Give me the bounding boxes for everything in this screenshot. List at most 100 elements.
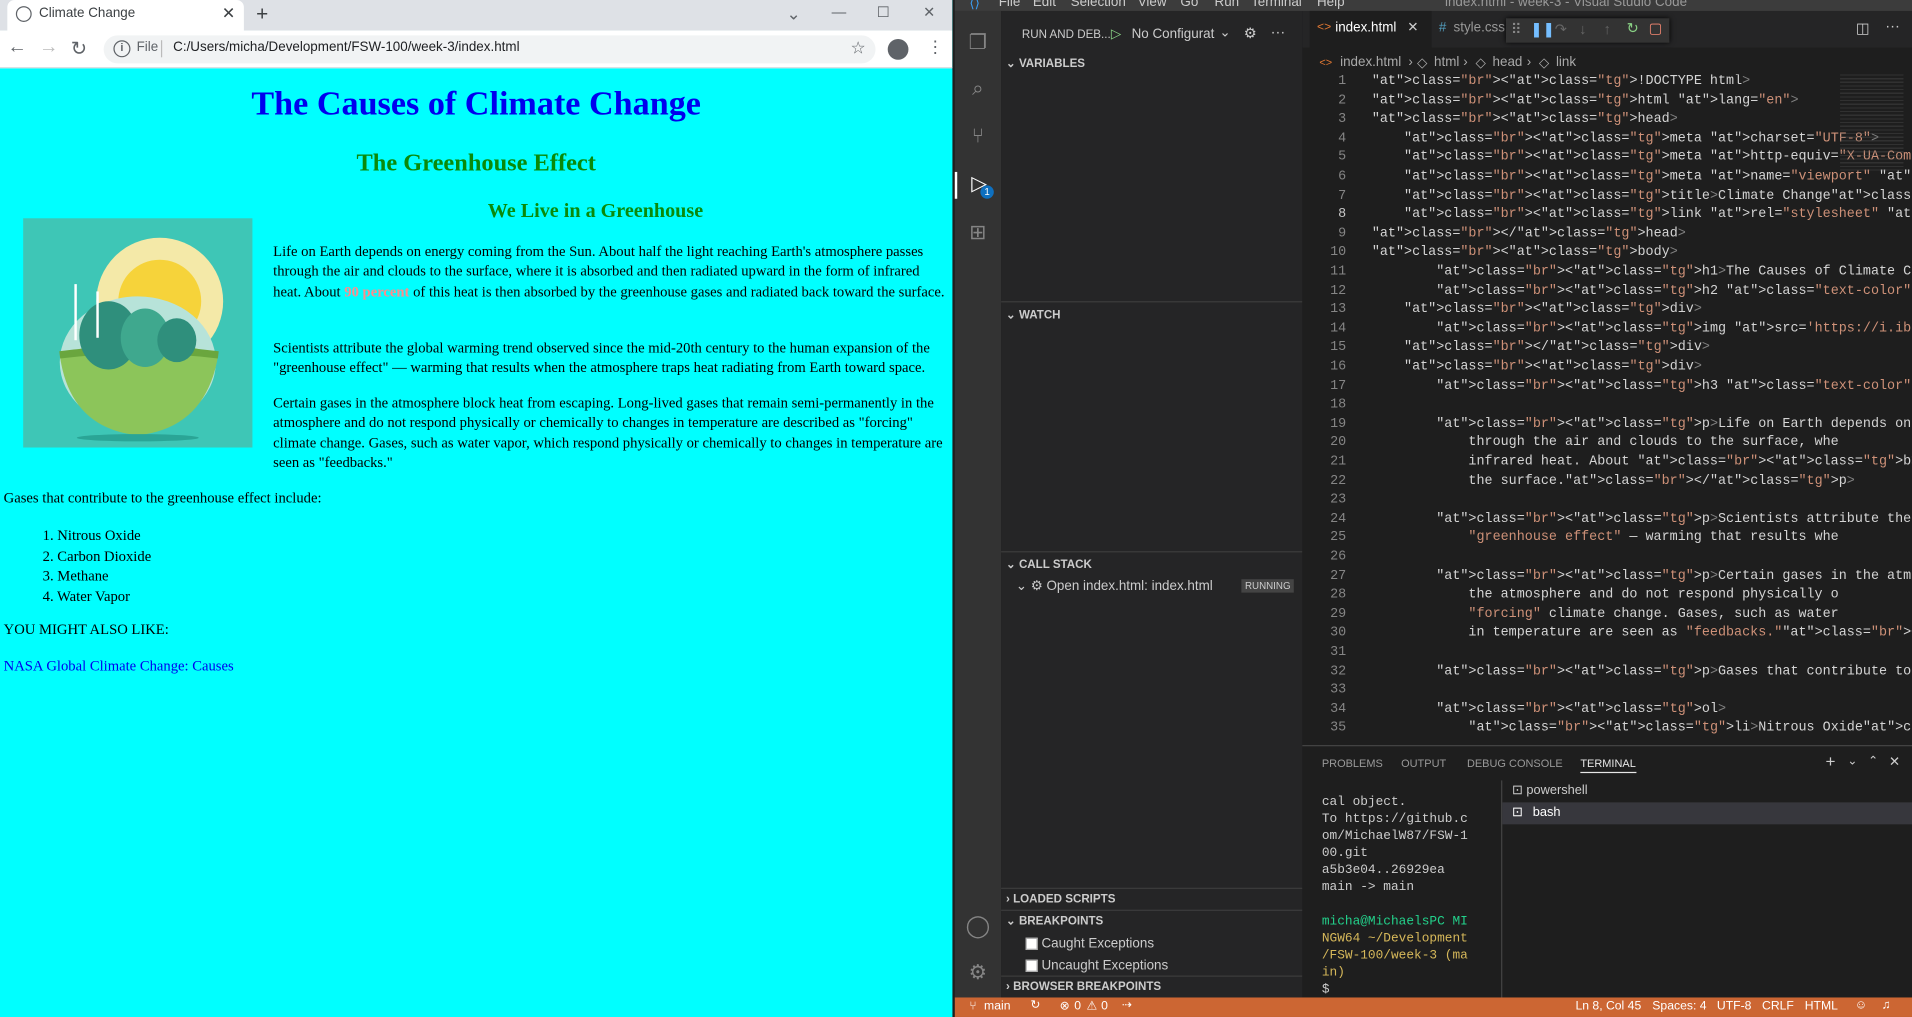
chevron-down-icon[interactable]: ⌄ (1847, 755, 1857, 768)
code-line[interactable]: "at">class="br"><"at">class="tg">p>Life … (1372, 417, 1912, 432)
indentation[interactable]: Spaces: 4 (1652, 1000, 1706, 1013)
breadcrumb-item[interactable]: head (1493, 55, 1523, 70)
split-editor-icon[interactable]: ◫ (1856, 20, 1870, 37)
debug-run-icon[interactable]: ⇢ (1122, 999, 1132, 1012)
start-debug-icon[interactable]: ▷ (1111, 26, 1121, 42)
code-line[interactable]: the surface."at">class="br"></"at">class… (1372, 474, 1854, 489)
menu-selection[interactable]: Selection (1071, 0, 1126, 10)
browser-breakpoints-header[interactable]: › BROWSER BREAKPOINTS (1006, 980, 1161, 993)
warning-count[interactable]: 0 (1101, 1000, 1108, 1013)
add-terminal-icon[interactable]: + (1825, 751, 1835, 771)
menu-help[interactable]: Help (1317, 0, 1345, 10)
close-panel-icon[interactable]: ✕ (1889, 754, 1900, 770)
step-over-icon[interactable]: ↷ (1555, 21, 1567, 38)
stop-icon[interactable]: ▢ (1649, 20, 1663, 37)
code-line[interactable]: "at">class="br"><"at">class="tg">p>Gases… (1372, 664, 1912, 679)
tab-search-icon[interactable]: ⌄ (787, 4, 801, 25)
code-line[interactable]: through the air and clouds to the surfac… (1372, 436, 1838, 451)
code-line[interactable]: "at">class="br"><"at">class="tg">div> (1372, 360, 1702, 375)
terminal-item-powershell[interactable]: ⊡ powershell (1512, 783, 1588, 798)
menu-view[interactable]: View (1138, 0, 1167, 10)
tab-index-html[interactable]: <> index.html ✕ (1309, 10, 1432, 48)
more-actions-icon[interactable]: ··· (1885, 17, 1900, 34)
uncaught-checkbox[interactable] (1025, 959, 1038, 972)
code-line[interactable]: "at">class="br"><"at">class="tg">p>Certa… (1372, 569, 1912, 584)
git-branch-icon[interactable]: ⑂ (969, 1000, 976, 1013)
loaded-scripts-header[interactable]: › LOADED SCRIPTS (1006, 893, 1115, 906)
search-icon[interactable]: ⌕ (965, 77, 992, 104)
code-line[interactable]: "at">class="br"><"at">class="tg">h2 "at"… (1372, 284, 1912, 299)
extensions-icon[interactable]: ⊞ (965, 221, 992, 248)
url-text[interactable]: C:/Users/micha/Development/FSW-100/week-… (173, 40, 519, 55)
call-stack-header[interactable]: ⌄ CALL STACK (1006, 558, 1092, 571)
error-count[interactable]: 0 (1074, 1000, 1081, 1013)
warning-icon[interactable]: ⚠ (1086, 1000, 1097, 1013)
drag-handle-icon[interactable]: ⠿ (1511, 21, 1522, 38)
debug-gear-icon[interactable]: ⚙ (1244, 24, 1257, 41)
breadcrumb-item[interactable]: link (1556, 55, 1576, 70)
code-line[interactable]: "at">class="br"><"at">class="tg">!DOCTYP… (1372, 74, 1750, 89)
tab-problems[interactable]: PROBLEMS (1322, 757, 1383, 769)
call-stack-item[interactable]: ⌄ ⚙ Open index.html: index.html (1016, 578, 1213, 594)
code-line[interactable]: "at">class="br"><"at">class="tg">img "at… (1372, 322, 1912, 337)
code-line[interactable]: "at">class="br"><"at">class="tg">p>Scien… (1372, 512, 1912, 527)
code-line[interactable]: "at">class="br"><"at">class="tg">link "a… (1372, 208, 1912, 223)
explorer-icon[interactable]: ❐ (965, 30, 992, 57)
address-bar[interactable]: i File C:/Users/micha/Development/FSW-10… (103, 35, 876, 64)
sync-icon[interactable]: ↻ (1030, 999, 1040, 1012)
settings-gear-icon[interactable]: ⚙ (965, 961, 992, 988)
reload-icon[interactable]: ↻ (71, 37, 87, 61)
code-line[interactable]: "at">class="br"></"at">class="tg">head> (1372, 227, 1686, 242)
back-icon[interactable]: ← (7, 37, 27, 59)
error-icon[interactable]: ⊗ (1060, 1000, 1070, 1013)
terminal-output[interactable]: cal object. To https://github.c om/Michael… (1322, 794, 1481, 999)
code-line[interactable]: "at">class="br"><"at">class="tg">head> (1372, 112, 1678, 127)
code-line[interactable]: "at">class="br"><"at">class="tg">h3 "at"… (1372, 379, 1912, 394)
step-out-icon[interactable]: ↑ (1604, 21, 1611, 38)
menu-edit[interactable]: Edit (1033, 0, 1056, 10)
maximize-panel-icon[interactable]: ⌃ (1868, 755, 1878, 768)
tab-terminal[interactable]: TERMINAL (1580, 757, 1636, 774)
breadcrumb-item[interactable]: html (1434, 55, 1459, 70)
variables-header[interactable]: ⌄ VARIABLES (1006, 57, 1085, 70)
info-icon[interactable]: i (113, 40, 131, 58)
code-line[interactable]: "at">class="br"><"at">class="tg">ol> (1372, 702, 1726, 717)
branch-label[interactable]: main (984, 1000, 1010, 1013)
forward-icon[interactable]: → (39, 37, 59, 59)
code-line[interactable]: "at">class="br"><"at">class="tg">title>C… (1372, 189, 1912, 204)
debug-config-select[interactable]: No Configurat (1132, 27, 1215, 42)
feedback-icon[interactable]: ☺ (1855, 999, 1867, 1012)
new-tab-button[interactable]: + (256, 2, 268, 26)
run-debug-icon[interactable]: ▷ 1 (954, 171, 1001, 199)
more-actions-icon[interactable]: ··· (1271, 23, 1286, 40)
code-line[interactable]: "at">class="br"><"at">class="tg">html "a… (1372, 93, 1799, 108)
code-line[interactable]: "at">class="br"><"at">class="tg">div> (1372, 303, 1702, 318)
bell-icon[interactable]: ♫ (1882, 999, 1891, 1012)
source-control-icon[interactable]: ⑂ (965, 124, 992, 151)
close-icon[interactable]: ✕ (1407, 20, 1418, 36)
minimap[interactable] (1840, 74, 1904, 172)
restart-icon[interactable]: ↻ (1627, 20, 1639, 37)
tab-output[interactable]: OUTPUT (1401, 757, 1446, 769)
code-line[interactable]: "forcing" climate change. Gases, such as… (1372, 607, 1838, 622)
code-editor[interactable]: 1 "at">class="br"><"at">class="tg">!DOCTY… (1302, 74, 1912, 745)
close-window-button[interactable]: ✕ (923, 4, 935, 21)
code-line[interactable]: "at">class="br"><"at">class="tg">body> (1372, 246, 1678, 261)
code-line[interactable]: in temperature are seen as "feedbacks.""… (1372, 626, 1912, 641)
menu-run[interactable]: Run (1215, 0, 1240, 10)
caught-exceptions-row[interactable]: Caught Exceptions (1025, 936, 1154, 951)
breakpoints-header[interactable]: ⌄ BREAKPOINTS (1006, 915, 1103, 928)
tab-debug-console[interactable]: DEBUG CONSOLE (1467, 757, 1563, 769)
code-line[interactable]: "at">class="br"><"at">class="tg">meta "a… (1372, 169, 1912, 184)
code-line[interactable]: "greenhouse effect" — warming that resul… (1372, 531, 1838, 546)
cursor-position[interactable]: Ln 8, Col 45 (1575, 1000, 1641, 1013)
menu-terminal[interactable]: Terminal (1251, 0, 1302, 10)
breadcrumb-item[interactable]: index.html (1340, 55, 1401, 70)
close-tab-icon[interactable]: ✕ (222, 4, 235, 24)
account-icon[interactable]: ◯ (965, 913, 992, 940)
profile-avatar-icon[interactable] (887, 39, 909, 60)
code-line[interactable]: "at">class="br"><"at">class="tg">li>Nitr… (1372, 721, 1912, 736)
chevron-down-icon[interactable]: ⌄ (1219, 24, 1230, 41)
code-line[interactable]: "at">class="br"></"at">class="tg">div> (1372, 341, 1710, 356)
menu-go[interactable]: Go (1180, 0, 1198, 10)
